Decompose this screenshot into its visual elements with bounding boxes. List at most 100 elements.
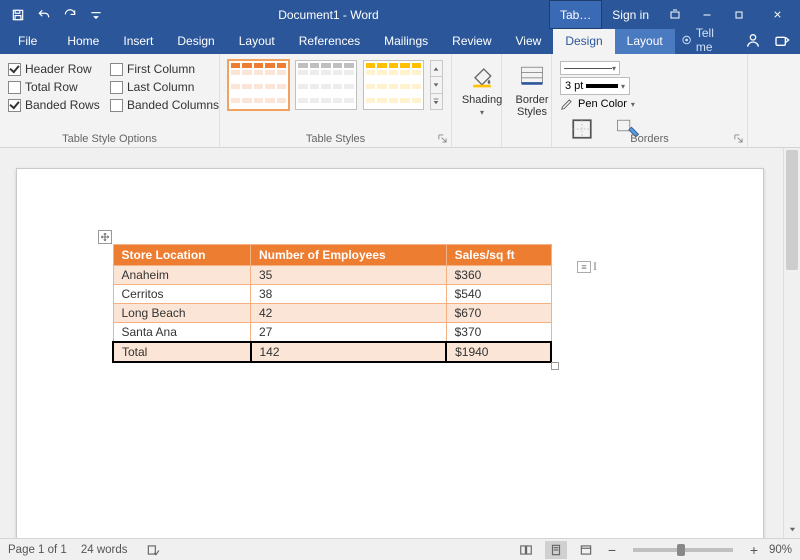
- table-style-thumb-1[interactable]: [228, 60, 289, 110]
- tab-table-design[interactable]: Design: [553, 29, 614, 54]
- table-row[interactable]: Santa Ana27$370: [113, 323, 551, 343]
- tab-home[interactable]: Home: [55, 29, 111, 54]
- checkbox-banded-rows[interactable]: Banded Rows: [8, 98, 106, 112]
- account-icon[interactable]: [741, 29, 765, 51]
- group-label: Borders: [552, 133, 747, 145]
- scroll-down-arrow[interactable]: [784, 521, 800, 538]
- undo-button[interactable]: [32, 3, 56, 27]
- tab-review[interactable]: Review: [440, 29, 503, 54]
- table-cell[interactable]: 42: [251, 304, 447, 323]
- table-move-handle[interactable]: [98, 230, 112, 244]
- dialog-launcher-table-styles[interactable]: [436, 132, 448, 144]
- ribbon-display-options-button[interactable]: [659, 0, 691, 29]
- table-cell[interactable]: $1940: [446, 342, 551, 362]
- word-count[interactable]: 24 words: [81, 544, 128, 556]
- table-cell[interactable]: 27: [251, 323, 447, 343]
- tell-me-label: Tell me: [696, 26, 731, 54]
- gallery-scroll: [430, 60, 443, 110]
- gallery-scroll-up[interactable]: [431, 61, 442, 77]
- tab-design-main[interactable]: Design: [165, 29, 226, 54]
- tab-view[interactable]: View: [504, 29, 554, 54]
- maximize-button[interactable]: [723, 0, 755, 29]
- checkbox-total-row[interactable]: Total Row: [8, 80, 106, 94]
- table-cell[interactable]: 142: [251, 342, 447, 362]
- redo-button[interactable]: [58, 3, 82, 27]
- table-row[interactable]: Long Beach42$670: [113, 304, 551, 323]
- tab-mailings[interactable]: Mailings: [372, 29, 440, 54]
- table-cell[interactable]: $670: [446, 304, 551, 323]
- save-button[interactable]: [6, 3, 30, 27]
- checkbox-first-column[interactable]: First Column: [110, 62, 228, 76]
- pen-color-dropdown[interactable]: Pen Color ▾: [560, 97, 660, 111]
- checkbox-last-column[interactable]: Last Column: [110, 80, 228, 94]
- ribbon: Header Row First Column Total Row Last C…: [0, 54, 800, 148]
- chevron-down-icon: ▾: [621, 82, 625, 91]
- table-total-row[interactable]: Total142$1940: [113, 342, 551, 362]
- print-layout-button[interactable]: [545, 541, 567, 559]
- zoom-slider-handle[interactable]: [677, 544, 685, 556]
- table-cell[interactable]: 38: [251, 285, 447, 304]
- web-layout-button[interactable]: [575, 541, 597, 559]
- group-table-style-options: Header Row First Column Total Row Last C…: [0, 54, 220, 147]
- table-cell[interactable]: Long Beach: [113, 304, 251, 323]
- checkbox-header-row[interactable]: Header Row: [8, 62, 106, 76]
- tab-file[interactable]: File: [0, 29, 55, 54]
- table-header-cell[interactable]: Store Location: [113, 245, 251, 266]
- zoom-slider[interactable]: [633, 548, 733, 552]
- checkbox-label: Last Column: [127, 80, 194, 94]
- status-bar: Page 1 of 1 24 words − + 90%: [0, 538, 800, 560]
- table-style-thumb-3[interactable]: [363, 60, 424, 110]
- table-resize-handle[interactable]: [551, 362, 559, 370]
- tab-insert[interactable]: Insert: [111, 29, 165, 54]
- smart-tag-icon[interactable]: ≡: [577, 261, 591, 273]
- table-cell[interactable]: $360: [446, 266, 551, 285]
- table-container: Store LocationNumber of EmployeesSales/s…: [112, 244, 552, 363]
- table-row[interactable]: Cerritos38$540: [113, 285, 551, 304]
- table-cell[interactable]: Cerritos: [113, 285, 251, 304]
- spell-check-icon[interactable]: [142, 541, 164, 559]
- table-cell[interactable]: Total: [113, 342, 251, 362]
- zoom-level[interactable]: 90%: [769, 544, 792, 556]
- vertical-scrollbar[interactable]: [783, 148, 800, 538]
- table-cell[interactable]: $540: [446, 285, 551, 304]
- page[interactable]: Store LocationNumber of EmployeesSales/s…: [16, 168, 764, 538]
- checkbox-banded-columns[interactable]: Banded Columns: [110, 98, 228, 112]
- tab-table-layout[interactable]: Layout: [615, 29, 675, 54]
- table-cell[interactable]: Santa Ana: [113, 323, 251, 343]
- table-row[interactable]: Anaheim35$360: [113, 266, 551, 285]
- border-styles-button[interactable]: Border Styles: [510, 58, 554, 118]
- qat-customize-button[interactable]: [84, 3, 108, 27]
- button-label: Pen Color: [578, 98, 627, 110]
- checkbox-icon: [110, 99, 123, 112]
- table-style-thumb-2[interactable]: [295, 60, 356, 110]
- tell-me-search[interactable]: Tell me: [675, 26, 738, 54]
- page-viewport[interactable]: Store LocationNumber of EmployeesSales/s…: [0, 148, 783, 538]
- line-style-dropdown[interactable]: ▾: [560, 61, 620, 75]
- page-indicator[interactable]: Page 1 of 1: [8, 544, 67, 556]
- share-icon[interactable]: [770, 29, 794, 51]
- read-mode-button[interactable]: [515, 541, 537, 559]
- document-table[interactable]: Store LocationNumber of EmployeesSales/s…: [112, 244, 552, 363]
- tab-layout-main[interactable]: Layout: [227, 29, 287, 54]
- table-header-cell[interactable]: Sales/sq ft: [446, 245, 551, 266]
- pt-label: 3 pt: [565, 80, 583, 92]
- line-weight-dropdown[interactable]: 3 pt ▾: [560, 77, 630, 95]
- zoom-in-button[interactable]: +: [747, 542, 761, 558]
- tab-references[interactable]: References: [287, 29, 372, 54]
- gallery-scroll-down[interactable]: [431, 77, 442, 93]
- sign-in-button[interactable]: Sign in: [602, 0, 659, 29]
- minimize-button[interactable]: [691, 0, 723, 29]
- zoom-out-button[interactable]: −: [605, 542, 619, 558]
- table-header-cell[interactable]: Number of Employees: [251, 245, 447, 266]
- group-borders: ▾ 3 pt▾ Pen Color ▾ Borders ▾ Border Pai…: [552, 54, 748, 147]
- table-cell[interactable]: $370: [446, 323, 551, 343]
- dialog-launcher-borders[interactable]: [732, 132, 744, 144]
- table-cell[interactable]: 35: [251, 266, 447, 285]
- checkbox-label: Banded Columns: [127, 98, 219, 112]
- shading-button[interactable]: Shading ▾: [460, 58, 504, 117]
- gallery-more-button[interactable]: [431, 94, 442, 109]
- table-cell[interactable]: Anaheim: [113, 266, 251, 285]
- scrollbar-thumb[interactable]: [786, 150, 798, 270]
- close-button[interactable]: [755, 0, 800, 29]
- table-tools-tab-header[interactable]: Tab…: [549, 0, 602, 29]
